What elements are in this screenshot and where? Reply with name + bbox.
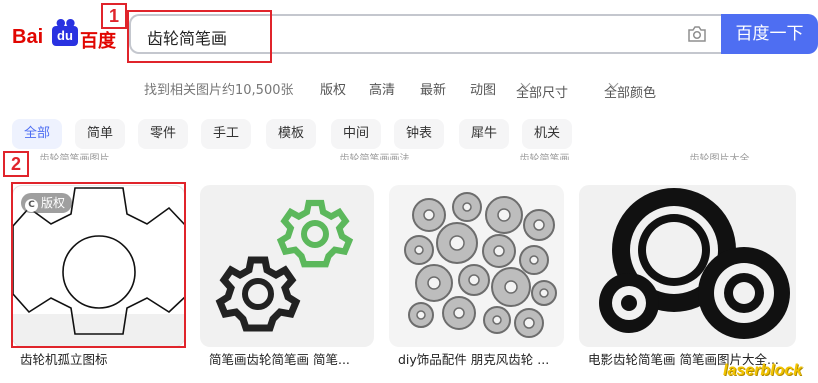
tag-clock[interactable]: 钟表 bbox=[394, 119, 445, 149]
watermark: laserblock bbox=[723, 362, 803, 379]
logo-cn-text: 百度 bbox=[80, 31, 116, 51]
annotation-number: 2 bbox=[3, 151, 29, 177]
filter-latest[interactable]: 最新 bbox=[420, 79, 446, 98]
tag-all[interactable]: 全部 bbox=[12, 119, 63, 149]
filter-bar: 找到相关图片约10,500张 版权 高清 最新 动图 全部尺寸 全部颜色 bbox=[0, 76, 818, 101]
result-image[interactable] bbox=[389, 185, 564, 347]
tag-bar: 全部 简单 零件 手工 模板 中间 钟表 犀牛 机关 bbox=[0, 119, 818, 151]
faded-caption: ...齿轮简笔画画法... bbox=[330, 154, 420, 160]
faded-caption: ...齿轮图片大全... bbox=[680, 154, 760, 160]
tag-simple[interactable]: 简单 bbox=[75, 119, 126, 149]
tag-mechanism[interactable]: 机关 bbox=[522, 119, 573, 149]
tag-handmade[interactable]: 手工 bbox=[201, 119, 252, 149]
black-gears-icon bbox=[599, 188, 790, 339]
camera-icon[interactable] bbox=[687, 25, 707, 43]
result-image[interactable] bbox=[200, 185, 374, 347]
annotation-box-search bbox=[127, 10, 272, 63]
result-caption[interactable]: diy饰品配件 朋克风齿轮 ... bbox=[398, 349, 549, 368]
annotation-box-result bbox=[11, 182, 186, 348]
filter-copyright[interactable]: 版权 bbox=[320, 79, 346, 98]
tag-middle[interactable]: 中间 bbox=[331, 119, 382, 149]
result-count: 找到相关图片约10,500张 bbox=[144, 83, 294, 98]
search-button[interactable]: 百度一下 bbox=[721, 14, 818, 54]
result-image[interactable] bbox=[579, 185, 796, 347]
filter-size-dropdown[interactable]: 全部尺寸 bbox=[516, 78, 568, 101]
filter-hd[interactable]: 高清 bbox=[369, 79, 395, 98]
two-gears-icon bbox=[215, 199, 354, 332]
faded-caption: ...齿轮简笔画图片... bbox=[30, 154, 120, 160]
tag-parts[interactable]: 零件 bbox=[138, 119, 189, 149]
faded-caption: ...齿轮简笔画... bbox=[510, 154, 580, 160]
logo-bai-text: Bai bbox=[12, 26, 44, 48]
metal-gears-icon bbox=[404, 192, 557, 338]
filter-color-dropdown[interactable]: 全部颜色 bbox=[604, 78, 656, 101]
tag-template[interactable]: 模板 bbox=[266, 119, 317, 149]
tag-rhino[interactable]: 犀牛 bbox=[459, 119, 510, 149]
filter-animated[interactable]: 动图 bbox=[470, 79, 496, 98]
logo-du-text: du bbox=[52, 26, 78, 46]
annotation-number: 1 bbox=[101, 3, 127, 29]
result-caption[interactable]: 齿轮机孤立图标 bbox=[20, 349, 108, 368]
result-caption[interactable]: 简笔画齿轮简笔画 简笔... bbox=[209, 349, 350, 368]
